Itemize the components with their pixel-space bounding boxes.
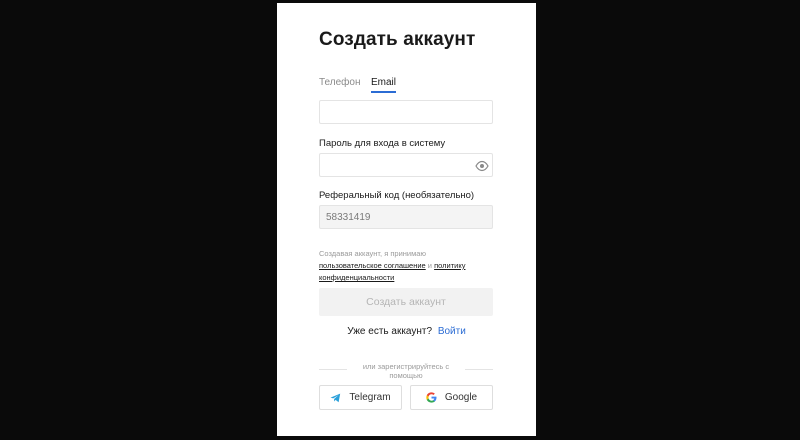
- divider-line-right: [465, 369, 493, 370]
- telegram-signup-button[interactable]: Telegram: [319, 385, 402, 410]
- telegram-icon: [330, 393, 341, 403]
- create-account-button[interactable]: Создать аккаунт: [319, 288, 493, 316]
- login-link[interactable]: Войти: [438, 326, 466, 337]
- tab-phone[interactable]: Телефон: [319, 77, 360, 93]
- referral-label: Реферальный код (необязательно): [319, 190, 475, 201]
- login-prompt: Уже есть аккаунт?: [347, 326, 433, 337]
- tab-email[interactable]: Email: [371, 77, 397, 93]
- login-prompt-row: Уже есть аккаунт? Войти: [277, 326, 536, 337]
- consent-prefix: Создавая аккаунт, я принимаю: [319, 249, 427, 258]
- password-input[interactable]: [319, 153, 493, 177]
- email-input[interactable]: [319, 100, 493, 124]
- password-label: Пароль для входа в систему: [319, 138, 446, 149]
- referral-code-input[interactable]: [319, 205, 493, 229]
- google-label: Google: [444, 392, 478, 403]
- google-icon: [426, 392, 437, 403]
- google-signup-button[interactable]: Google: [410, 385, 493, 410]
- divider-line-left: [319, 369, 347, 370]
- telegram-label: Telegram: [349, 392, 391, 403]
- divider-text: или зарегистрируйтесь с помощью: [362, 362, 450, 380]
- eye-icon[interactable]: [475, 159, 489, 172]
- user-agreement-link[interactable]: пользовательское соглашение: [319, 261, 426, 270]
- consent-text: Создавая аккаунт, я принимаю пользовател…: [319, 248, 494, 284]
- page-title: Создать аккаунт: [319, 29, 476, 50]
- consent-conjunction: и: [427, 261, 432, 270]
- signup-panel: Создать аккаунт Телефон Email Пароль для…: [277, 3, 536, 436]
